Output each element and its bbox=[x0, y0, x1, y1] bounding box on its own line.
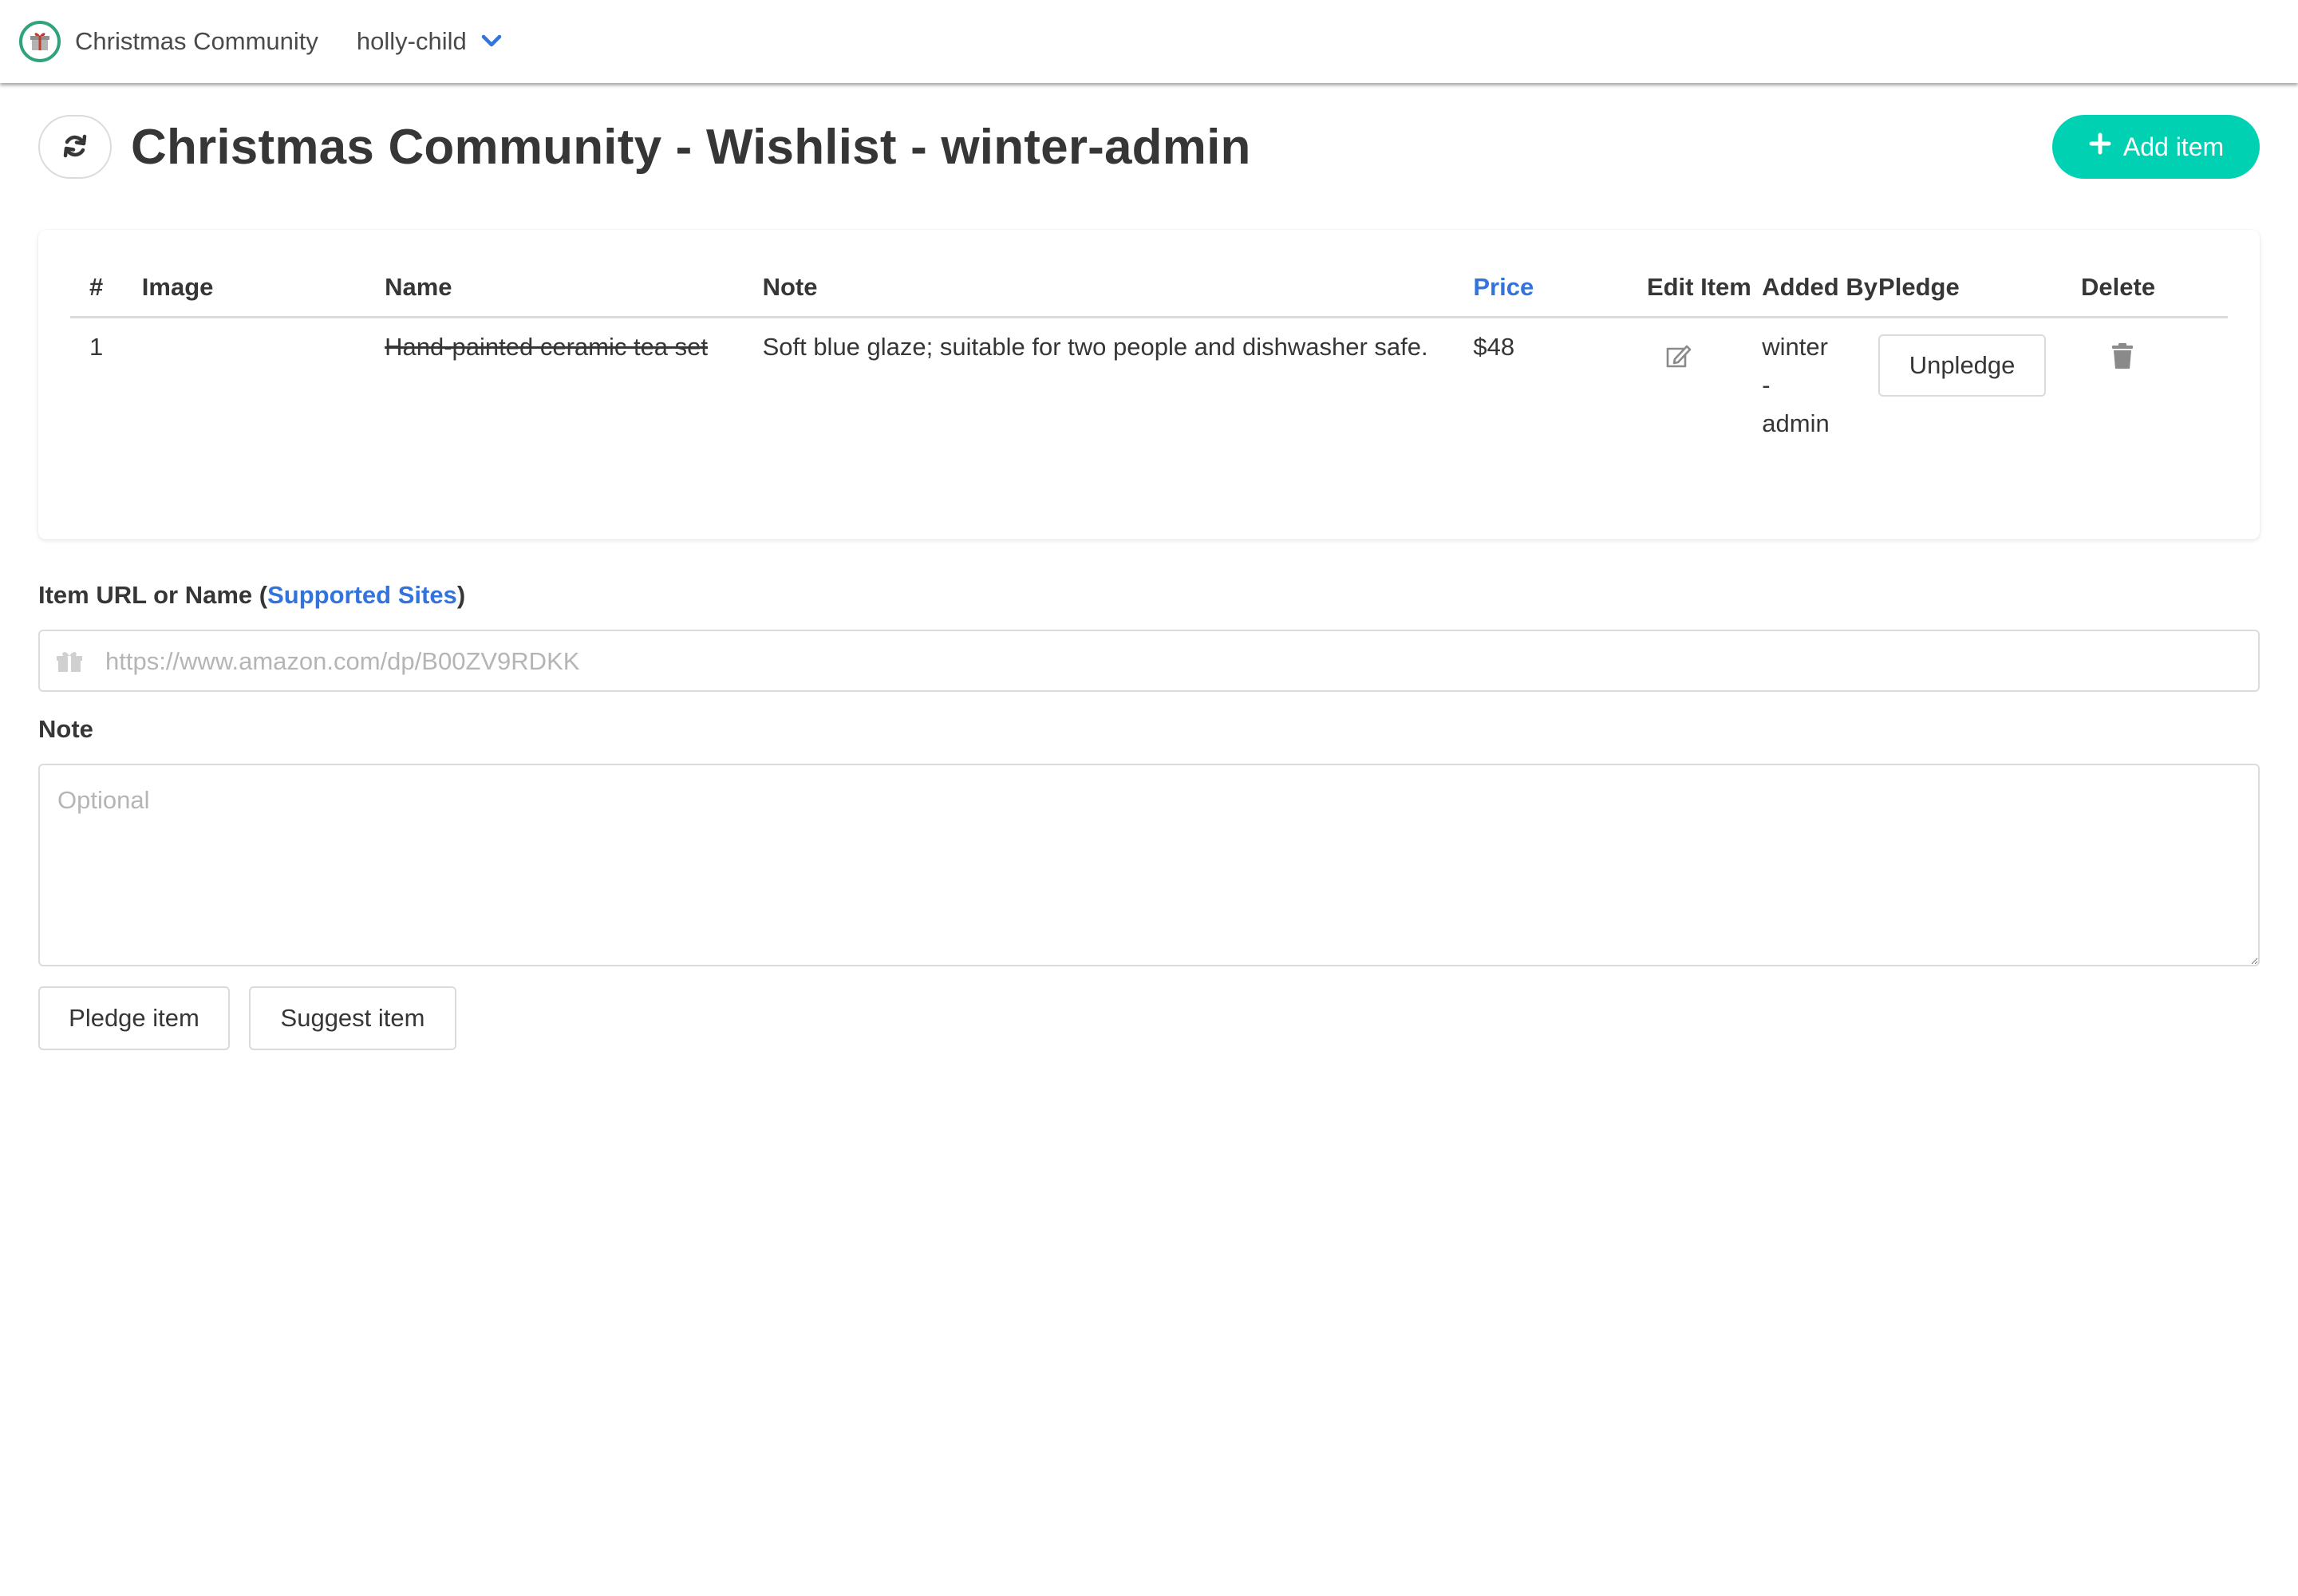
refresh-icon bbox=[61, 132, 89, 162]
page-title: Christmas Community - Wishlist - winter-… bbox=[131, 119, 1251, 175]
wishlist-table-box: # Image Name Note Price Edit Item Added … bbox=[38, 230, 2260, 539]
delete-cell bbox=[2081, 318, 2228, 444]
add-item-label: Add item bbox=[2122, 132, 2225, 161]
added-by: winter - admin bbox=[1762, 333, 1830, 437]
item-image bbox=[142, 318, 385, 444]
item-price: $48 bbox=[1473, 333, 1515, 361]
gift-icon bbox=[19, 21, 61, 62]
column-header-name: Name bbox=[385, 262, 763, 318]
column-header-delete: Delete bbox=[2081, 262, 2228, 318]
brand-name: Christmas Community bbox=[75, 27, 318, 55]
user-name: holly-child bbox=[356, 27, 467, 55]
column-header-note: Note bbox=[762, 262, 1474, 318]
item-url-label-text: Item URL or Name ( bbox=[38, 581, 268, 609]
column-header-added-by: Added By bbox=[1762, 262, 1879, 318]
brand-link[interactable]: Christmas Community bbox=[19, 21, 318, 62]
supported-sites-link[interactable]: Supported Sites bbox=[267, 581, 457, 609]
plus-icon bbox=[2088, 132, 2112, 162]
column-header-pledge: Pledge bbox=[1878, 262, 2082, 318]
item-url-label: Item URL or Name (Supported Sites) bbox=[38, 581, 465, 610]
column-header-number: # bbox=[70, 262, 142, 318]
item-url-input[interactable] bbox=[104, 631, 2245, 692]
page-header: Christmas Community - Wishlist - winter-… bbox=[38, 114, 2260, 180]
item-name[interactable]: Hand-painted ceramic tea set bbox=[385, 333, 708, 361]
item-note: Soft blue glaze; suitable for two people… bbox=[762, 333, 1428, 361]
column-header-image: Image bbox=[141, 262, 385, 318]
edit-icon[interactable] bbox=[1663, 345, 1692, 375]
note-textarea[interactable] bbox=[38, 764, 2260, 966]
refresh-button[interactable] bbox=[38, 115, 112, 179]
trash-icon[interactable] bbox=[2111, 343, 2134, 375]
note-label: Note bbox=[38, 715, 93, 743]
added-by-cell: winter - admin bbox=[1762, 318, 1878, 444]
pledge-item-button[interactable]: Pledge item bbox=[38, 986, 230, 1050]
item-url-label-end: ) bbox=[456, 581, 466, 609]
top-navbar: Christmas Community holly-child bbox=[0, 0, 2298, 83]
item-url-field bbox=[38, 630, 2260, 692]
add-item-button[interactable]: Add item bbox=[2052, 115, 2260, 179]
pledge-cell: Unpledge bbox=[1878, 318, 2081, 444]
suggest-item-button[interactable]: Suggest item bbox=[249, 986, 456, 1050]
wishlist-table: # Image Name Note Price Edit Item Added … bbox=[70, 262, 2228, 443]
chevron-down-icon bbox=[481, 34, 502, 53]
user-menu[interactable]: holly-child bbox=[357, 27, 502, 56]
table-row: 1 Hand-painted ceramic tea set Soft blue… bbox=[70, 318, 2228, 444]
edit-item-cell bbox=[1647, 318, 1762, 444]
gift-icon bbox=[56, 650, 83, 677]
row-number: 1 bbox=[89, 333, 104, 361]
column-header-edit-item: Edit Item bbox=[1646, 262, 1763, 318]
unpledge-button[interactable]: Unpledge bbox=[1878, 334, 2047, 397]
item-name-cell: Hand-painted ceramic tea set bbox=[385, 318, 762, 444]
column-header-price-sort[interactable]: Price bbox=[1473, 262, 1647, 318]
table-header-row: # Image Name Note Price Edit Item Added … bbox=[70, 262, 2228, 318]
